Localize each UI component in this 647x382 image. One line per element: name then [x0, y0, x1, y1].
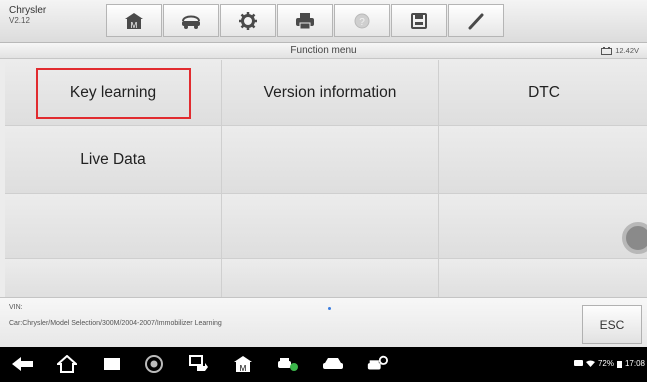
chat-icon: [573, 360, 583, 366]
vehicle-swap-icon: [182, 15, 200, 29]
empty-cell: [439, 126, 647, 193]
car-diag-button[interactable]: [277, 354, 299, 374]
vehicle-path: Car:Chrysler/Model Selection/300M/2004-2…: [9, 320, 222, 327]
maxi-home-icon: M: [234, 356, 252, 373]
settings-gear-icon: [239, 11, 257, 30]
back-button[interactable]: [12, 354, 34, 374]
svg-text:?: ?: [359, 17, 365, 28]
empty-cell: [222, 194, 438, 258]
page-indicator-dot: [328, 307, 331, 310]
empty-cell: [222, 126, 438, 193]
app-version: V2.12: [9, 15, 30, 25]
car-button[interactable]: [322, 354, 344, 374]
edit-pen-icon: [468, 13, 484, 29]
clock-time: 17:08: [624, 359, 645, 368]
svg-text:M: M: [240, 364, 247, 373]
car-battery-icon: [601, 46, 613, 55]
home-button[interactable]: M: [106, 4, 162, 37]
remote-icon: [189, 355, 208, 371]
save-icon: [411, 12, 427, 29]
help-icon: ?: [354, 13, 370, 28]
battery-voltage: 12.42V: [601, 46, 639, 55]
settings-button[interactable]: [220, 4, 276, 37]
maxi-home-button[interactable]: M: [232, 354, 254, 374]
vehicle-name: Chrysler: [9, 5, 47, 16]
top-toolbar: Chrysler V2.12 M ?: [0, 0, 647, 43]
back-icon: [12, 357, 33, 371]
print-icon: [296, 12, 314, 29]
sub-header: Function menu 12.42V: [0, 43, 647, 59]
edit-button[interactable]: [448, 4, 504, 37]
wifi-icon: [585, 360, 595, 367]
home-nav-button[interactable]: [56, 354, 78, 374]
home-icon: M: [125, 12, 143, 30]
remote-button[interactable]: [188, 354, 210, 374]
svg-text:M: M: [131, 21, 138, 30]
status-footer: VIN: Car:Chrysler/Model Selection/300M/2…: [0, 297, 647, 347]
recents-icon: [104, 358, 120, 370]
recents-button[interactable]: [101, 354, 123, 374]
empty-cell: [5, 194, 221, 258]
voltage-value: 12.42V: [615, 46, 639, 55]
function-live-data[interactable]: Live Data: [5, 126, 221, 193]
car-diag-icon: [278, 358, 298, 371]
chrome-icon: [145, 355, 163, 373]
car-service-button[interactable]: [366, 354, 388, 374]
vehicle-swap-button[interactable]: [163, 4, 219, 37]
car-service-icon: [367, 355, 388, 370]
battery-icon: [616, 360, 622, 368]
save-button[interactable]: [391, 4, 447, 37]
empty-cell: [439, 259, 647, 300]
print-button[interactable]: [277, 4, 333, 37]
esc-button[interactable]: ESC: [582, 305, 642, 344]
system-status: 72% 17:08: [573, 359, 645, 368]
empty-cell: [222, 259, 438, 300]
empty-cell: [439, 194, 647, 258]
help-button[interactable]: ?: [334, 4, 390, 37]
function-menu-grid: Key learning Version information DTC Liv…: [5, 60, 647, 300]
android-nav-bar: M 72% 17:08: [0, 347, 647, 382]
page-title: Function menu: [290, 45, 357, 56]
app-title: Chrysler V2.12: [9, 5, 47, 25]
function-version-information[interactable]: Version information: [222, 60, 438, 125]
vin-label: VIN:: [9, 304, 23, 311]
car-icon: [323, 358, 343, 369]
battery-percent: 72%: [597, 359, 614, 368]
function-dtc[interactable]: DTC: [439, 60, 647, 125]
home-icon: [57, 355, 77, 373]
function-key-learning[interactable]: Key learning: [5, 60, 221, 125]
chrome-button[interactable]: [143, 354, 165, 374]
floating-assist-button[interactable]: [622, 222, 647, 254]
empty-cell: [5, 259, 221, 300]
